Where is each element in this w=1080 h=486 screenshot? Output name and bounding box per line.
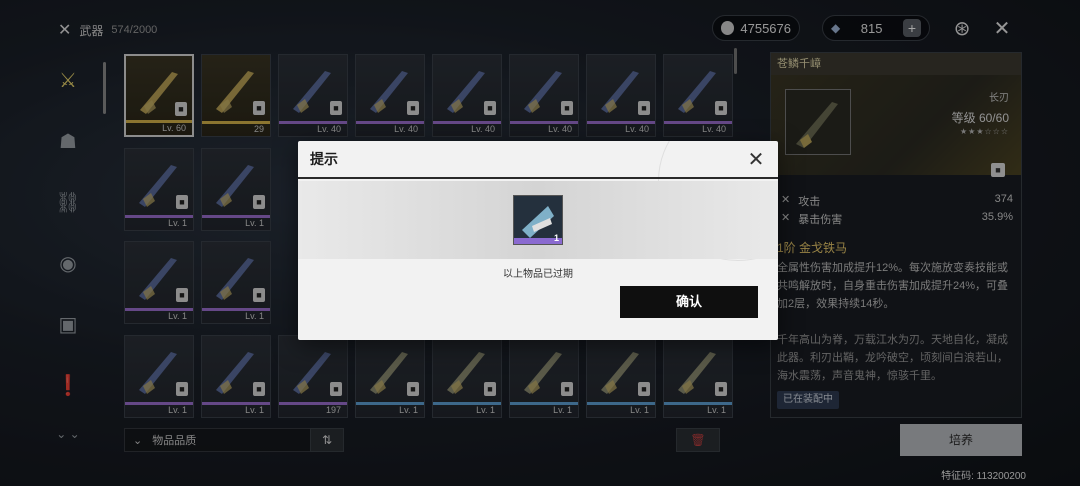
item-quantity: 1 [554,233,560,243]
confirm-button[interactable]: 确认 [620,286,758,318]
dialog-message: 以上物品已过期 [503,269,573,280]
dialog-item-strip: 1 [298,181,778,259]
expired-item-dialog: 提示 ✕ 1 以上物品已过期 确认 [298,141,778,340]
dialog-header: 提示 ✕ [298,141,778,179]
close-icon[interactable]: ✕ [744,148,768,172]
dialog-title: 提示 [310,151,338,167]
